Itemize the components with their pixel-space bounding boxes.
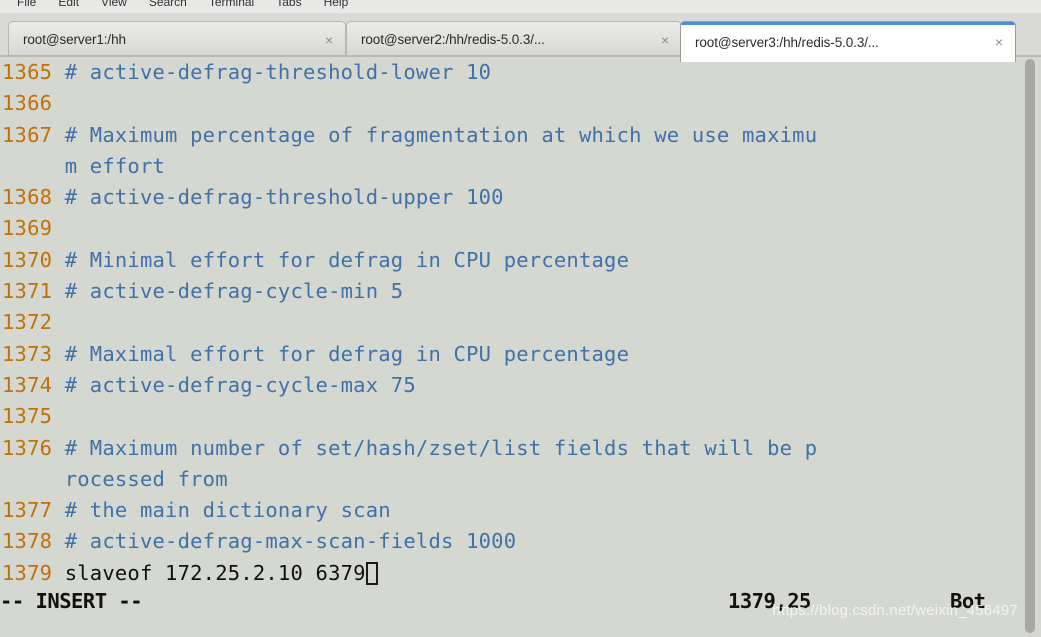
- line-number: 1370: [2, 247, 65, 272]
- line-number: 1373: [2, 341, 65, 366]
- menu-item-tabs[interactable]: Tabs: [265, 0, 312, 11]
- close-icon[interactable]: ×: [989, 32, 1009, 52]
- terminal-window: File Edit View Search Terminal Tabs Help…: [0, 0, 1041, 637]
- line-number: 1376: [2, 435, 65, 460]
- buffer-row-wrapped: rocessed from: [0, 464, 1018, 495]
- config-comment: # active-defrag-cycle-min 5: [64, 279, 404, 304]
- buffer-row: 1376 # Maximum number of set/hash/zset/l…: [0, 433, 1018, 464]
- line-number: 1375: [2, 404, 65, 429]
- close-icon[interactable]: ×: [655, 30, 675, 50]
- buffer-row: 1368 # active-defrag-threshold-upper 100: [0, 182, 1018, 213]
- buffer-row: 1377 # the main dictionary scan: [0, 495, 1018, 526]
- menu-item-file[interactable]: File: [6, 0, 47, 11]
- vim-buffer[interactable]: 1365 # active-defrag-threshold-lower 10 1…: [0, 57, 1018, 589]
- buffer-row: 1371 # active-defrag-cycle-min 5: [0, 276, 1018, 307]
- config-comment: # Minimal effort for defrag in CPU perce…: [64, 247, 630, 272]
- vim-scroll-position: Bot: [950, 589, 986, 613]
- config-comment: # active-defrag-cycle-max 75: [64, 372, 416, 397]
- line-number: 1366: [2, 91, 65, 116]
- buffer-row: 1369: [0, 213, 1018, 244]
- line-number: 1367: [2, 122, 65, 147]
- line-number: 1369: [2, 216, 65, 241]
- line-number: 1365: [2, 60, 65, 84]
- vim-ruler: 1379,25: [728, 589, 811, 613]
- menu-item-view[interactable]: View: [90, 0, 138, 11]
- config-comment: m effort: [64, 153, 166, 178]
- buffer-row: 1370 # Minimal effort for defrag in CPU …: [0, 245, 1018, 276]
- text-cursor: [365, 561, 378, 585]
- terminal-content[interactable]: 1365 # active-defrag-threshold-lower 10 1…: [0, 57, 1041, 637]
- line-number: 1377: [2, 498, 65, 523]
- menu-item-edit[interactable]: Edit: [47, 0, 90, 11]
- vim-mode-indicator: -- INSERT --: [0, 589, 143, 613]
- buffer-row: 1378 # active-defrag-max-scan-fields 100…: [0, 526, 1018, 557]
- buffer-row-wrapped: m effort: [0, 151, 1018, 182]
- scrollbar-thumb[interactable]: [1025, 59, 1035, 633]
- config-comment: rocessed from: [64, 466, 228, 491]
- tab-root-server3[interactable]: root@server3:/hh/redis-5.0.3/... ×: [680, 21, 1016, 62]
- config-comment: # the main dictionary scan: [64, 498, 391, 523]
- config-comment: # active-defrag-max-scan-fields 1000: [64, 529, 517, 554]
- config-comment: # Maximum number of set/hash/zset/list f…: [64, 435, 818, 460]
- tab-label: root@server1:/hh: [23, 32, 126, 47]
- tab-label: root@server2:/hh/redis-5.0.3/...: [361, 32, 545, 47]
- line-number: 1379: [2, 560, 65, 585]
- config-comment: # Maximum percentage of fragmentation at…: [64, 122, 818, 147]
- line-number: 1368: [2, 185, 65, 210]
- line-number: [2, 467, 65, 491]
- buffer-row: 1379 slaveof 172.25.2.10 6379: [0, 558, 1018, 589]
- close-icon[interactable]: ×: [319, 30, 339, 50]
- menu-item-search[interactable]: Search: [138, 0, 198, 11]
- menu-item-help[interactable]: Help: [313, 0, 360, 11]
- buffer-row: 1375: [0, 401, 1018, 432]
- config-directive: slaveof 172.25.2.10 6379: [64, 560, 366, 585]
- config-comment: # Maximal effort for defrag in CPU perce…: [64, 341, 630, 366]
- tab-root-server2[interactable]: root@server2:/hh/redis-5.0.3/... ×: [346, 21, 682, 57]
- buffer-row: 1366: [0, 88, 1018, 119]
- vim-status-line: -- INSERT -- 1379,25 Bot: [0, 589, 1018, 619]
- line-number: 1371: [2, 279, 65, 304]
- config-comment: # active-defrag-threshold-lower 10: [64, 60, 492, 84]
- buffer-row: 1372: [0, 307, 1018, 338]
- tab-root-server1[interactable]: root@server1:/hh ×: [8, 21, 346, 57]
- buffer-row: 1367 # Maximum percentage of fragmentati…: [0, 120, 1018, 151]
- tab-strip: root@server1:/hh × root@server2:/hh/redi…: [0, 13, 1041, 62]
- menu-bar: File Edit View Search Terminal Tabs Help: [0, 0, 1041, 13]
- scrollbar-track[interactable]: [1018, 57, 1041, 637]
- menu-item-terminal[interactable]: Terminal: [198, 0, 265, 11]
- tab-label: root@server3:/hh/redis-5.0.3/...: [695, 34, 879, 50]
- config-comment: # active-defrag-threshold-upper 100: [64, 185, 504, 210]
- line-number: 1374: [2, 372, 65, 397]
- line-number: 1372: [2, 310, 65, 335]
- buffer-row: 1374 # active-defrag-cycle-max 75: [0, 370, 1018, 401]
- line-number: [2, 154, 65, 178]
- line-number: 1378: [2, 529, 65, 554]
- buffer-row: 1373 # Maximal effort for defrag in CPU …: [0, 339, 1018, 370]
